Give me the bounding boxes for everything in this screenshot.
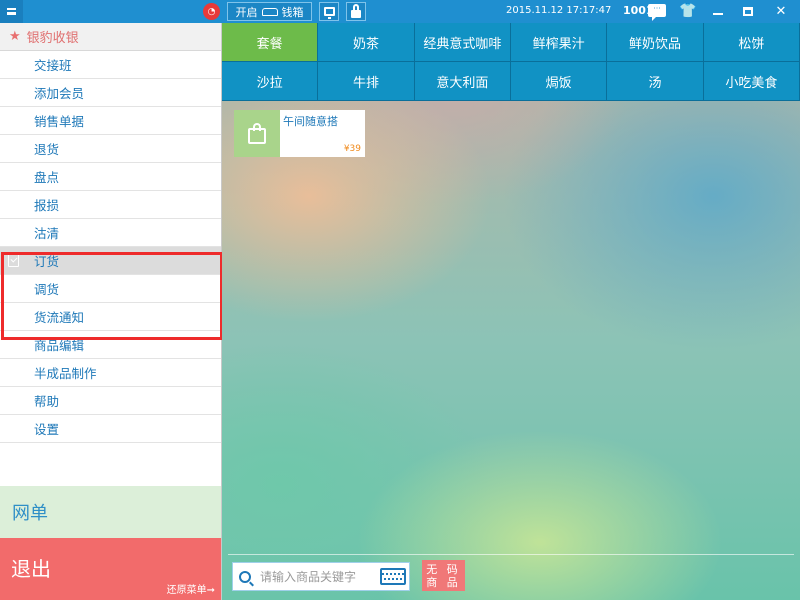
sidebar-item[interactable]: 沽清 — [0, 219, 221, 247]
search-icon — [239, 570, 251, 583]
sidebar-item-label: 帮助 — [34, 394, 60, 409]
no-barcode-product-button[interactable]: 无 码 商 品 — [422, 560, 465, 591]
sidebar-item[interactable]: 退货 — [0, 135, 221, 163]
customer-display-button[interactable] — [319, 2, 339, 21]
no-barcode-line2: 商 品 — [426, 575, 461, 589]
sidebar-item[interactable]: 添加会员 — [0, 79, 221, 107]
cashbox-open-label: 开启 — [235, 5, 258, 19]
product-thumbnail — [234, 110, 280, 157]
close-icon: ✕ — [775, 4, 787, 19]
sidebar-item[interactable]: 商品编辑 — [0, 331, 221, 359]
sidebar-item-label: 退货 — [34, 142, 60, 157]
no-barcode-line1: 无 码 — [426, 562, 461, 576]
sidebar-item[interactable]: 盘点 — [0, 163, 221, 191]
title-bar: ◔ 开启 钱箱 2015.11.12 17:17:47 1001 ··· 👕 ✕ — [0, 0, 800, 23]
sidebar-header: ★ 银豹收银 — [0, 23, 221, 51]
sidebar-item-label: 销售单据 — [34, 114, 85, 129]
category-tab[interactable]: 松饼 — [703, 23, 800, 62]
keyboard-icon[interactable] — [380, 568, 406, 585]
sidebar-item[interactable]: 交接班 — [0, 51, 221, 79]
maximize-button[interactable] — [733, 0, 763, 23]
category-tab[interactable]: 意大利面 — [414, 62, 511, 101]
sidebar-item-label: 盘点 — [34, 170, 60, 185]
cashbox-label: 钱箱 — [281, 5, 304, 19]
sidebar-item-label: 调货 — [34, 282, 60, 297]
category-tab[interactable]: 沙拉 — [222, 62, 319, 101]
minimize-icon — [713, 12, 723, 15]
category-tab[interactable]: 小吃美食 — [703, 62, 800, 101]
product-card[interactable]: 午间随意搭 ¥39 — [234, 110, 365, 157]
category-tab[interactable]: 经典意式咖啡 — [414, 23, 511, 62]
theme-shirt-icon[interactable]: 👕 — [679, 3, 696, 19]
sidebar-item-label: 沽清 — [34, 226, 60, 241]
restore-menu-link[interactable]: 还原菜单➞ — [167, 581, 215, 596]
product-info: 午间随意搭 ¥39 — [280, 110, 365, 157]
open-cashbox-button[interactable]: 开启 钱箱 — [227, 2, 312, 21]
lock-icon — [351, 3, 361, 18]
logout-label: 退出 — [11, 557, 51, 581]
sidebar-item-label: 报损 — [34, 198, 60, 213]
main-panel: 套餐 奶茶 经典意式咖啡 鲜榨果汁 鲜奶饮品 松饼沙拉 牛排 意大利面 焗饭汤小吃美食 午间随意… — [222, 23, 800, 600]
sidebar-item-label: 半成品制作 — [34, 366, 97, 381]
sidebar-item[interactable]: 报损 — [0, 191, 221, 219]
sidebar-item-label: 添加会员 — [34, 86, 85, 101]
sidebar-item[interactable]: 货流通知 — [0, 303, 221, 331]
monitor-icon — [323, 7, 335, 19]
sidebar-item-label: 交接班 — [34, 58, 72, 73]
sidebar-item[interactable]: 调货 — [0, 275, 221, 303]
web-order-button[interactable]: 网单 — [0, 486, 221, 538]
sidebar-item[interactable]: 设置 — [0, 415, 221, 443]
sidebar-item[interactable]: 销售单据 — [0, 107, 221, 135]
category-tabs: 套餐 奶茶 经典意式咖啡 鲜榨果汁 鲜奶饮品 松饼沙拉 牛排 意大利面 焗饭汤小吃美食 — [222, 23, 800, 101]
search-input[interactable] — [260, 569, 378, 584]
close-button[interactable]: ✕ — [766, 0, 796, 23]
sidebar-header-label: 银豹收银 — [26, 31, 79, 46]
checklist-icon — [8, 253, 19, 267]
logout-button[interactable]: 退出 还原菜单➞ — [0, 538, 221, 600]
category-tab[interactable]: 套餐 — [222, 23, 319, 62]
sidebar-item-label: 订货 — [34, 254, 60, 269]
sidebar-item[interactable]: 帮助 — [0, 387, 221, 415]
sidebar-item[interactable]: 半成品制作 — [0, 359, 221, 387]
category-tab[interactable]: 焗饭 — [511, 62, 608, 101]
wifi-icon[interactable]: ◔ — [203, 3, 220, 20]
sidebar-item-label: 货流通知 — [34, 310, 85, 325]
divider — [228, 554, 794, 555]
category-tab[interactable]: 牛排 — [318, 62, 415, 101]
cashbox-icon — [261, 7, 278, 16]
search-box[interactable] — [232, 562, 410, 591]
maximize-icon — [743, 7, 753, 16]
menu-toggle-icon[interactable] — [0, 0, 23, 23]
lock-screen-button[interactable] — [346, 2, 366, 21]
sidebar-item[interactable]: 订货 — [0, 247, 221, 275]
shopping-bag-icon — [248, 123, 266, 144]
category-tab[interactable]: 奶茶 — [318, 23, 415, 62]
category-tab[interactable]: 鲜奶饮品 — [607, 23, 704, 62]
sidebar-item-label: 商品编辑 — [34, 338, 85, 353]
product-name: 午间随意搭 — [283, 115, 338, 128]
sidebar-menu: 交接班添加会员销售单据退货盘点报损沽清订货调货货流通知商品编辑半成品制作帮助设置 — [0, 51, 221, 443]
star-icon: ★ — [9, 29, 21, 44]
message-icon[interactable]: ··· — [648, 4, 666, 21]
minimize-button[interactable] — [703, 0, 733, 23]
datetime: 2015.11.12 17:17:47 — [506, 5, 612, 16]
sidebar-item-label: 设置 — [34, 422, 60, 437]
category-tab[interactable]: 汤 — [607, 62, 704, 101]
category-tab[interactable]: 鲜榨果汁 — [511, 23, 608, 62]
product-price: ¥39 — [343, 144, 361, 154]
